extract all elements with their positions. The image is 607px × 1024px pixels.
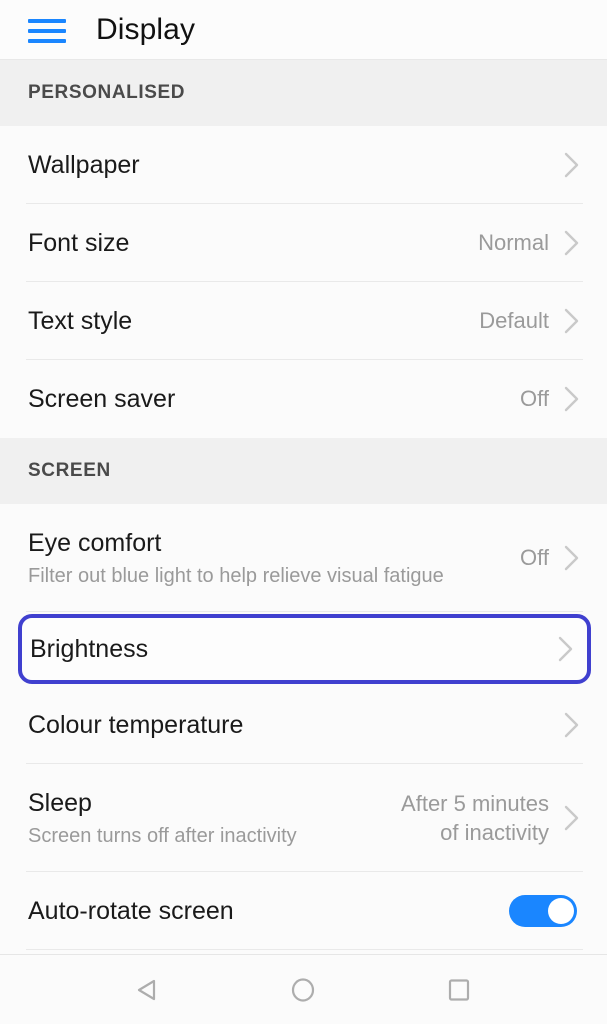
settings-row-wallpaper[interactable]: Wallpaper <box>0 126 607 204</box>
row-title: Colour temperature <box>28 711 244 739</box>
row-value: After 5 minutes of inactivity <box>401 790 549 845</box>
row-text-block: Colour temperature <box>28 709 549 741</box>
chevron-right-icon <box>557 384 587 414</box>
row-text-block: Auto-rotate screen <box>28 895 509 927</box>
row-title: Font size <box>28 229 130 257</box>
section-screen-rows: Eye comfort Filter out blue light to hel… <box>0 504 607 950</box>
row-title: Auto-rotate screen <box>28 897 234 925</box>
settings-row-brightness[interactable]: Brightness <box>18 614 591 684</box>
row-subtitle: Filter out blue light to help relieve vi… <box>28 564 444 587</box>
row-text-block: Eye comfort Filter out blue light to hel… <box>28 527 520 590</box>
chevron-right-icon <box>557 710 587 740</box>
section-header-personalised: PERSONALISED <box>0 60 607 126</box>
row-value: Off <box>520 386 549 412</box>
row-title: Sleep <box>28 788 92 817</box>
app-bar: Display <box>0 0 607 60</box>
row-text-block: Brightness <box>30 633 543 665</box>
row-title: Screen saver <box>28 385 176 413</box>
row-title: Brightness <box>30 635 149 663</box>
chevron-right-icon <box>551 634 581 664</box>
row-title: Wallpaper <box>28 151 140 179</box>
home-circle-icon[interactable] <box>273 965 333 1015</box>
settings-row-eye-comfort[interactable]: Eye comfort Filter out blue light to hel… <box>0 504 607 612</box>
hamburger-bar-1 <box>28 18 66 23</box>
settings-row-auto-rotate-screen[interactable]: Auto-rotate screen <box>0 872 607 950</box>
section-personalised-rows: Wallpaper Font size Normal Text style De… <box>0 126 607 438</box>
back-triangle-icon[interactable] <box>118 965 178 1015</box>
row-divider <box>26 949 583 950</box>
row-title: Eye comfort <box>28 528 162 557</box>
row-text-block: Wallpaper <box>28 149 549 181</box>
chevron-right-icon <box>557 150 587 180</box>
settings-row-colour-temperature[interactable]: Colour temperature <box>0 686 607 764</box>
settings-row-screen-saver[interactable]: Screen saver Off <box>0 360 607 438</box>
row-value: Off <box>520 545 549 571</box>
settings-row-sleep[interactable]: Sleep Screen turns off after inactivity … <box>0 764 607 872</box>
chevron-right-icon <box>557 228 587 258</box>
row-divider <box>26 611 583 612</box>
display-settings-screen: Display PERSONALISED Wallpaper Font size <box>0 0 607 1024</box>
chevron-right-icon <box>557 306 587 336</box>
system-navigation-bar <box>0 954 607 1024</box>
chevron-right-icon <box>557 803 587 833</box>
hamburger-menu-icon[interactable] <box>28 17 66 43</box>
row-subtitle: Screen turns off after inactivity <box>28 824 297 847</box>
chevron-right-icon <box>557 543 587 573</box>
row-text-block: Text style <box>28 305 479 337</box>
row-value: Normal <box>478 230 549 256</box>
row-title: Text style <box>28 307 133 335</box>
settings-row-font-size[interactable]: Font size Normal <box>0 204 607 282</box>
recents-square-icon[interactable] <box>429 965 489 1015</box>
row-text-block: Sleep Screen turns off after inactivity <box>28 787 401 850</box>
hamburger-bar-2 <box>28 28 66 33</box>
row-text-block: Font size <box>28 227 478 259</box>
settings-row-text-style[interactable]: Text style Default <box>0 282 607 360</box>
hamburger-bar-3 <box>28 38 66 43</box>
auto-rotate-toggle[interactable] <box>509 895 577 927</box>
row-value: Default <box>479 308 549 334</box>
row-text-block: Screen saver <box>28 383 520 415</box>
settings-list[interactable]: PERSONALISED Wallpaper Font size Normal <box>0 60 607 954</box>
section-header-screen: SCREEN <box>0 438 607 504</box>
toggle-knob <box>548 898 574 924</box>
page-title: Display <box>96 12 196 46</box>
